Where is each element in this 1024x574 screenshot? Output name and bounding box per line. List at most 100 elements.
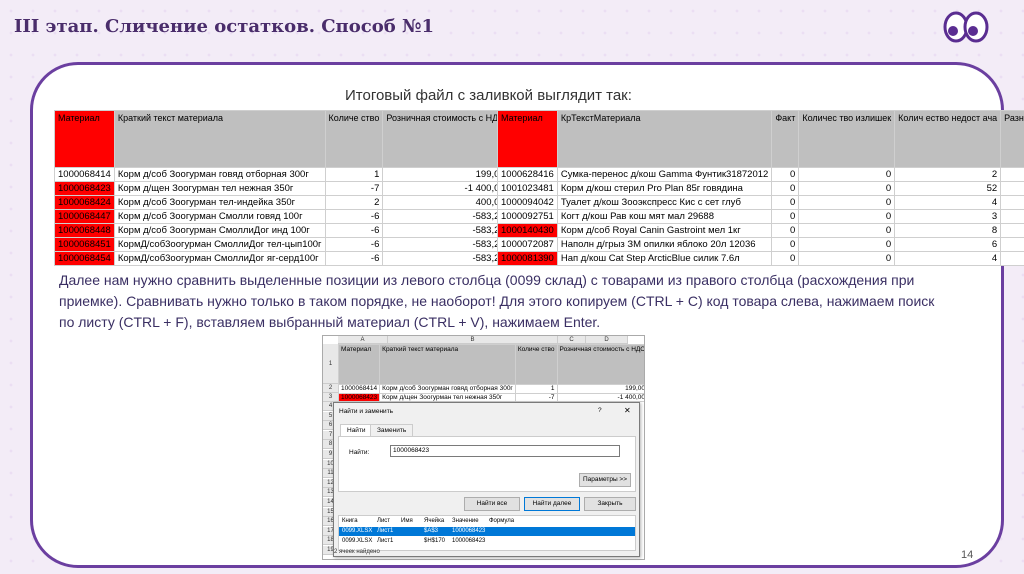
table-cell: 0	[798, 237, 896, 252]
right-header-text: КрТекстМатериала	[556, 110, 773, 168]
table-cell: Туалет д/кош Зооэкспресс Кис с сет глуб	[556, 195, 773, 210]
mini-cell: Корм д/соб Зоогурман говяд отборная 300г	[379, 384, 516, 394]
help-button[interactable]: ?	[598, 407, 602, 414]
result-cell: Лист1	[377, 538, 394, 544]
mini-header-material: Материал	[337, 344, 381, 385]
table-cell: 1000068451	[54, 237, 115, 252]
mini-header-price: Розничная стоимость с НДС	[556, 344, 644, 385]
find-all-button[interactable]: Найти все	[464, 497, 520, 511]
mini-cell: -7	[514, 392, 558, 402]
table-cell: 1000068423	[54, 181, 115, 196]
status-text: 2 ячеек найдено	[334, 549, 380, 555]
find-input[interactable]: 1000068423	[390, 445, 620, 457]
table-row: 1000628416 Сумка-перенос д/кош Gamma Фунт…	[497, 167, 1024, 182]
table-cell: -583,20	[382, 223, 509, 238]
table-cell: Сумка-перенос д/кош Gamma Фунтик31872012	[556, 167, 773, 182]
find-replace-dialog: Найти и заменить ? ✕ Найти Заменить Найт…	[333, 402, 640, 557]
table-row: 1000068414 Корм д/соб Зоогурман говяд отб…	[54, 167, 509, 182]
right-table: Материал КрТекстМатериала Факт Количес т…	[497, 110, 1024, 266]
slide-title: III этап. Сличение остатков. Способ №1	[14, 16, 435, 37]
table-cell: Наполн д/грыз ЗМ опилки яблоко 20л 12036	[556, 237, 773, 252]
mini-header-qty: Количе ство	[514, 344, 558, 385]
table-cell: 0	[771, 181, 800, 196]
table-row: 1001023481 Корм д/кош стерил Pro Plan 85г…	[497, 181, 1024, 196]
table-cell: 0	[771, 167, 800, 182]
table-row: 1000140430 Корм д/соб Royal Canin Gastroi…	[497, 223, 1024, 238]
table-cell: 1000140430	[497, 223, 558, 238]
eyes-icon	[943, 11, 989, 43]
table-cell: -6	[1000, 237, 1024, 252]
result-col-sheet: Лист	[377, 518, 391, 524]
table-row: 1000068451 КормД/соб3оогурман СмоллиДог т…	[54, 237, 509, 252]
table-cell: 1000068414	[54, 167, 115, 182]
table-cell: КормД/соб3оогурман СмоллиДог яг-серд100г	[113, 251, 326, 266]
table-cell: 8	[894, 223, 1002, 238]
table-row: 1000068424 Корм д/соб Зоогурман тел-индей…	[54, 195, 509, 210]
find-next-button[interactable]: Найти далее	[524, 497, 580, 511]
table-cell: -6	[324, 223, 384, 238]
table-cell: Корм д/соб Зоогурман тел-индейка 350г	[113, 195, 326, 210]
table-cell: 0	[798, 209, 896, 224]
mini-cell: 1000068423	[337, 392, 381, 402]
table-row: 1000068448 Корм д/соб Зоогурман СмоллиДог…	[54, 223, 509, 238]
table-cell: 1000068447	[54, 209, 115, 224]
close-icon[interactable]: ✕	[624, 406, 631, 415]
options-button[interactable]: Параметры >>	[579, 473, 631, 487]
dialog-title: Найти и заменить	[339, 408, 394, 415]
table-cell: КормД/соб3оогурман СмоллиДог тел-цып100г	[113, 237, 326, 252]
table-cell: 0	[798, 181, 896, 196]
table-cell: 1000628416	[497, 167, 558, 182]
left-header-price: Розничная стоимость с НДС	[382, 110, 509, 168]
find-label: Найти:	[349, 449, 370, 456]
table-cell: Нап д/кош Cat Step ArcticBlue силик 7.6л	[556, 251, 773, 266]
table-cell: Корм д/соб Зоогурман говяд отборная 300г	[113, 167, 326, 182]
table-cell: -583,20	[382, 237, 509, 252]
table-cell: 0	[798, 251, 896, 266]
results-header: Книга Лист Имя Ячейка Значение Формула	[339, 517, 635, 526]
table-cell: -8	[1000, 223, 1024, 238]
table-cell: 1000068448	[54, 223, 115, 238]
close-button[interactable]: Закрыть	[584, 497, 636, 511]
result-row[interactable]: 0099.XLSX Лист1 $H$170 1000068423	[339, 537, 635, 546]
table-cell: 1001023481	[497, 181, 558, 196]
table-cell: -52	[1000, 181, 1024, 196]
result-col-cell: Ячейка	[424, 518, 445, 524]
table-cell: -7	[324, 181, 384, 196]
table-cell: -6	[324, 237, 384, 252]
row-number: 1	[323, 344, 338, 384]
table-cell: 0	[771, 251, 800, 266]
table-cell: Когт д/кош Рав кош мят мал 29688	[556, 209, 773, 224]
table-cell: 1000068424	[54, 195, 115, 210]
table-cell: Корм д/соб Royal Canin Gastroint мел 1кг	[556, 223, 773, 238]
table-cell: 0	[771, 237, 800, 252]
caption: Итоговый файл с заливкой выглядит так:	[345, 87, 632, 104]
column-letter: D	[586, 336, 628, 344]
table-cell: -4	[1000, 251, 1024, 266]
column-letter: B	[388, 336, 558, 344]
table-cell: 0	[771, 209, 800, 224]
results-list: Книга Лист Имя Ячейка Значение Формула 0…	[338, 515, 636, 551]
result-row[interactable]: 0099.XLSX Лист1 $A$3 1000068423	[339, 527, 635, 536]
page-number: 14	[961, 549, 974, 561]
result-cell: $H$170	[424, 538, 446, 544]
table-cell: 0	[771, 195, 800, 210]
table-cell: 4	[894, 251, 1002, 266]
table-row: 1000068423 Корм д/щен Зоогурман тел нежна…	[54, 181, 509, 196]
table-cell: -583,20	[382, 251, 509, 266]
table-cell: 52	[894, 181, 1002, 196]
mini-header-text: Краткий текст материала	[379, 344, 516, 385]
result-cell: 1000068423	[452, 538, 486, 544]
column-letter: A	[338, 336, 388, 344]
mini-table: Материал Краткий текст материала Количе …	[337, 344, 644, 402]
result-cell: 1000068423	[452, 528, 486, 534]
table-row: 1000081390 Нап д/кош Cat Step ArcticBlue …	[497, 251, 1024, 266]
table-cell: 0	[798, 167, 896, 182]
left-header-text: Краткий текст материала	[113, 110, 326, 168]
table-cell: 1000072087	[497, 237, 558, 252]
table-row: 1000068447 Корм д/соб Зоогурман Смолли го…	[54, 209, 509, 224]
table-cell: -4	[1000, 195, 1024, 210]
table-cell: 1	[324, 167, 384, 182]
result-cell: $A$3	[424, 528, 439, 534]
table-cell: Корм д/соб Зоогурман Смолли говяд 100г	[113, 209, 326, 224]
result-cell: Лист1	[377, 528, 394, 534]
